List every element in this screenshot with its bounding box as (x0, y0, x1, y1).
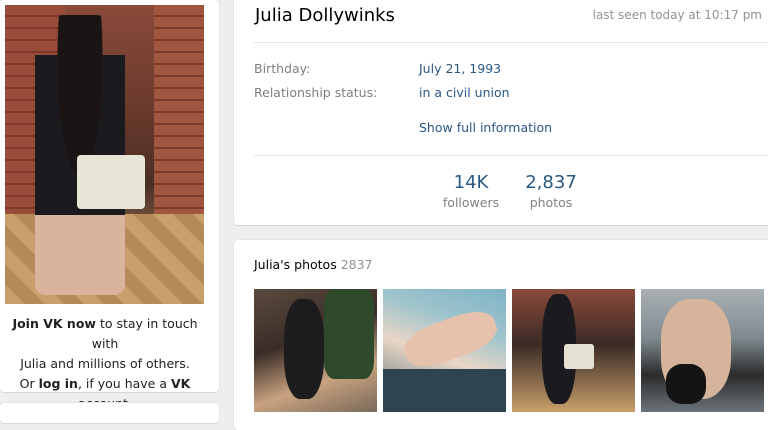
login-link[interactable]: log in (39, 376, 78, 391)
photos-title: Julia's photos (254, 257, 337, 272)
photos-card: Julia's photos 2837 (234, 240, 768, 430)
photos-counter[interactable]: 2,837 photos (522, 172, 580, 212)
photos-count-value: 2,837 (525, 172, 577, 193)
sidebar-secondary-card (0, 403, 219, 423)
last-seen-status: last seen today at 10:17 pm (592, 8, 762, 22)
show-full-info-link[interactable]: Show full information (419, 120, 552, 135)
profile-avatar[interactable] (5, 5, 204, 304)
avatar-handbag (77, 155, 145, 209)
header-divider (254, 42, 768, 43)
info-label: Birthday: (254, 61, 311, 76)
photo-figure (399, 303, 502, 375)
join-text-line3-pre: Or (19, 376, 39, 391)
photo-heels (666, 364, 706, 404)
join-vk-message: Join VK now to stay in touch with Julia … (0, 314, 210, 414)
followers-counter[interactable]: 14K followers (442, 172, 500, 212)
photo-thumbnail[interactable] (254, 289, 377, 412)
vk-brand-text: VK (170, 376, 191, 391)
join-text-line1: to stay in touch with (91, 316, 198, 351)
photos-header[interactable]: Julia's photos 2837 (254, 257, 373, 272)
profile-sidebar-card: Join VK now to stay in touch with Julia … (0, 0, 219, 411)
followers-count: 14K (453, 172, 489, 193)
counters-divider (254, 155, 768, 156)
join-text-line2: Julia and millions of others. (20, 356, 190, 371)
photo-thumbnail[interactable] (641, 289, 764, 412)
photo-thumbnail[interactable] (383, 289, 506, 412)
relationship-link[interactable]: in a civil union (419, 85, 510, 100)
avatar-brick-wall-right (154, 5, 204, 235)
join-vk-link[interactable]: Join VK now (12, 316, 96, 331)
page-title: Julia Dollywinks (255, 5, 395, 26)
photo-figure (284, 299, 324, 399)
followers-label: followers (442, 195, 500, 210)
photo-couch (383, 369, 506, 412)
photos-count: 2837 (340, 257, 373, 272)
birthday-link[interactable]: July 21, 1993 (419, 61, 501, 76)
photo-bag (564, 344, 594, 369)
photo-thumbnail[interactable] (512, 289, 635, 412)
join-text-line3-mid: , if you have a (77, 376, 171, 391)
photo-plant (324, 289, 374, 379)
profile-info-card: Julia Dollywinks last seen today at 10:1… (234, 0, 768, 225)
info-label: Relationship status: (254, 85, 378, 100)
photos-label: photos (529, 195, 573, 210)
